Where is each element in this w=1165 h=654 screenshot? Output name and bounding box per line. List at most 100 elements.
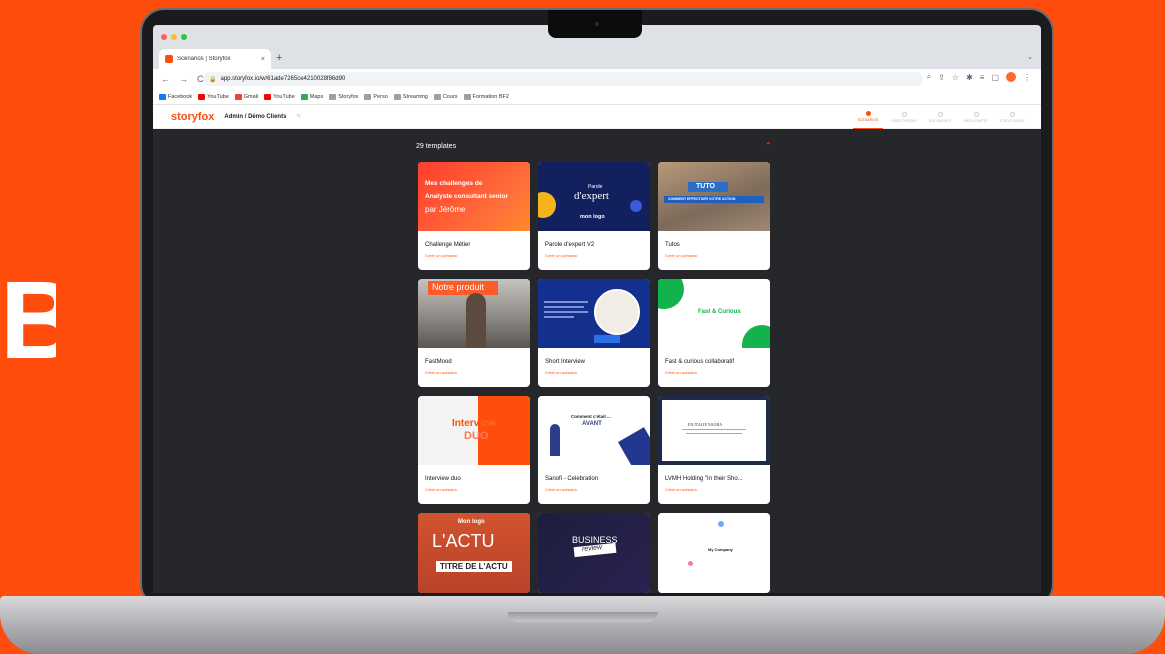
text-line [544, 306, 584, 308]
thumb-text: TUTO [696, 183, 715, 190]
template-thumbnail: Mes challenges de Analyste consultant se… [418, 162, 530, 231]
tab-search-chevron-icon[interactable]: ⌄ [1027, 53, 1033, 61]
person-figure [466, 293, 486, 348]
card-title: Challenge Métier [425, 242, 471, 248]
bookmark-icon [234, 93, 242, 100]
app-nav-item[interactable]: VIDÉOTHÈQUE [889, 105, 919, 129]
bookmark-item[interactable]: Storyfox [329, 93, 359, 100]
thumb-text: COMMENT EFFECTUER VOTRE ACTION [668, 197, 736, 201]
decor-circle [742, 325, 770, 348]
thumb-text: TITRE DE L'ACTU [440, 562, 508, 571]
template-thumbnail: Comment c'était ... AVANT [538, 396, 650, 465]
close-window-icon[interactable] [161, 34, 167, 40]
template-card[interactable]: Notre produit FastMood Créer un scénario [418, 279, 530, 387]
camera-icon [595, 22, 599, 26]
tab-close-icon[interactable]: × [261, 56, 265, 63]
bookmark-label: Formation BF2 [472, 93, 509, 100]
template-card[interactable]: My Company [658, 513, 770, 593]
storyfox-logo[interactable]: storyfox [171, 111, 214, 123]
nav-icon [901, 111, 907, 117]
bookmark-icon [433, 93, 441, 100]
browser-toolbar: ← → C 🔒 app.storyfox.io/w/61ade7265ce421… [153, 69, 1041, 89]
card-title: Sanofi - Celebration [545, 476, 599, 482]
app-nav-item[interactable]: MES COMPTE [961, 105, 991, 129]
forward-arrow-icon[interactable]: → [179, 74, 188, 84]
bookmark-item[interactable]: Facebook [159, 93, 192, 100]
template-card[interactable]: Comment c'était ... AVANT Sanofi - Celeb… [538, 396, 650, 504]
maximize-window-icon[interactable] [181, 34, 187, 40]
zoom-icon[interactable]: ⌕ [927, 72, 931, 82]
browser-tab[interactable]: Scénarios | Storyfox × [159, 49, 271, 69]
template-card[interactable]: EN ITALIE NAGRA LVMH Holding "In their S… [658, 396, 770, 504]
card-title: FastMood [425, 359, 452, 365]
template-card[interactable]: Mes challenges de Analyste consultant se… [418, 162, 530, 270]
create-scenario-link[interactable]: Créer un scénario [658, 248, 770, 258]
create-scenario-link[interactable]: Créer un scénario [658, 482, 770, 492]
menu-kebab-icon[interactable]: ⋮ [1023, 73, 1031, 82]
template-card[interactable]: BUSINESS review [538, 513, 650, 593]
laptop-screen: Scénarios | Storyfox × + ⌄ ← → C 🔒 app.s… [153, 25, 1041, 593]
breadcrumb[interactable]: Admin / Démo Clients [224, 114, 286, 120]
bookmark-icon [300, 93, 308, 100]
bookmark-item[interactable]: Formation BF2 [463, 93, 509, 100]
template-card[interactable]: Mon logo L'ACTU TITRE DE L'ACTU [418, 513, 530, 593]
card-title: LVMH Holding "In their Sho... [665, 476, 743, 482]
thumb-text: AVANT [582, 421, 602, 427]
collapse-chevron-icon[interactable]: ⌃ [765, 141, 772, 150]
edit-pencil-icon[interactable]: ✎ [296, 113, 301, 120]
template-card[interactable]: Short Interview Créer un scénario [538, 279, 650, 387]
template-thumbnail: Mon logo L'ACTU TITRE DE L'ACTU [418, 513, 530, 593]
create-scenario-link[interactable]: Créer un scénario [418, 482, 530, 492]
create-scenario-link[interactable]: Créer un scénario [418, 365, 530, 375]
app-nav-item[interactable]: DOCUMENTS [925, 105, 955, 129]
thumb-text: mon logo [580, 214, 605, 220]
thumb-text: Interview [452, 418, 496, 429]
bookmark-label: Streaming [402, 93, 428, 100]
new-tab-icon[interactable]: + [276, 52, 282, 64]
template-thumbnail: TUTO COMMENT EFFECTUER VOTRE ACTION [658, 162, 770, 231]
app-nav: SCÉNARIOS VIDÉOTHÈQUE DOCUMENTS MES COMPTE S… [853, 105, 1027, 129]
templates-area: 29 templates ⌃ Mes challenges de Analyst… [153, 129, 1041, 593]
decor-dot [688, 561, 693, 566]
card-title: Tutos [665, 242, 680, 248]
app-nav-item[interactable]: STATISTIQUES [997, 105, 1027, 129]
app-nav-item[interactable]: SCÉNARIOS [853, 105, 883, 129]
template-card[interactable]: Parole d'expert mon logo Parole d'expert… [538, 162, 650, 270]
profile-avatar[interactable] [1006, 72, 1016, 82]
thumb-text: My Company [708, 547, 733, 552]
create-scenario-link[interactable]: Créer un scénario [658, 365, 770, 375]
bookmark-item[interactable]: Perso [364, 93, 388, 100]
create-scenario-link[interactable]: Créer un scénario [418, 248, 530, 258]
create-scenario-link[interactable]: Créer un scénario [538, 482, 650, 492]
nav-label: MES COMPTE [964, 118, 988, 123]
template-thumbnail [538, 279, 650, 348]
bookmark-label: Storyfox [338, 93, 359, 100]
bookmark-icon [198, 93, 206, 100]
tab-title: Scénarios | Storyfox [177, 56, 231, 62]
back-arrow-icon[interactable]: ← [161, 74, 170, 84]
name-tag [594, 335, 620, 343]
address-bar[interactable]: 🔒 app.storyfox.io/w/61ade7265ce4210028f8… [203, 72, 923, 86]
template-card[interactable]: Interview DUO Interview duo Créer un scé… [418, 396, 530, 504]
extensions-icon[interactable]: ✱ [966, 73, 973, 82]
template-card[interactable]: TUTO COMMENT EFFECTUER VOTRE ACTION Tuto… [658, 162, 770, 270]
template-card[interactable]: Fast & Curious Fast & curious collaborat… [658, 279, 770, 387]
decor-dot [718, 521, 724, 527]
bookmark-item[interactable]: Maps [300, 93, 323, 100]
bookmark-item[interactable]: YouTube [264, 93, 295, 100]
create-scenario-link[interactable]: Créer un scénario [538, 248, 650, 258]
bookmark-item[interactable]: YouTube [198, 93, 229, 100]
bookmark-item[interactable]: Gmail [234, 93, 258, 100]
create-scenario-link[interactable]: Créer un scénario [538, 365, 650, 375]
sidebar-icon[interactable]: ▢ [991, 73, 999, 82]
card-title: Fast & curious collaboratif [665, 359, 735, 365]
share-icon[interactable]: ⇪ [938, 73, 945, 82]
minimize-window-icon[interactable] [171, 34, 177, 40]
reading-list-icon[interactable]: ≡ [980, 73, 985, 82]
bookmark-star-icon[interactable]: ☆ [952, 73, 959, 82]
thumb-text: Fast & Curious [698, 309, 741, 315]
bookmark-item[interactable]: Streaming [393, 93, 428, 100]
inner-frame [662, 400, 766, 461]
thumb-text: EN ITALIE NAGRA [688, 422, 723, 427]
bookmark-item[interactable]: Cours [433, 93, 458, 100]
